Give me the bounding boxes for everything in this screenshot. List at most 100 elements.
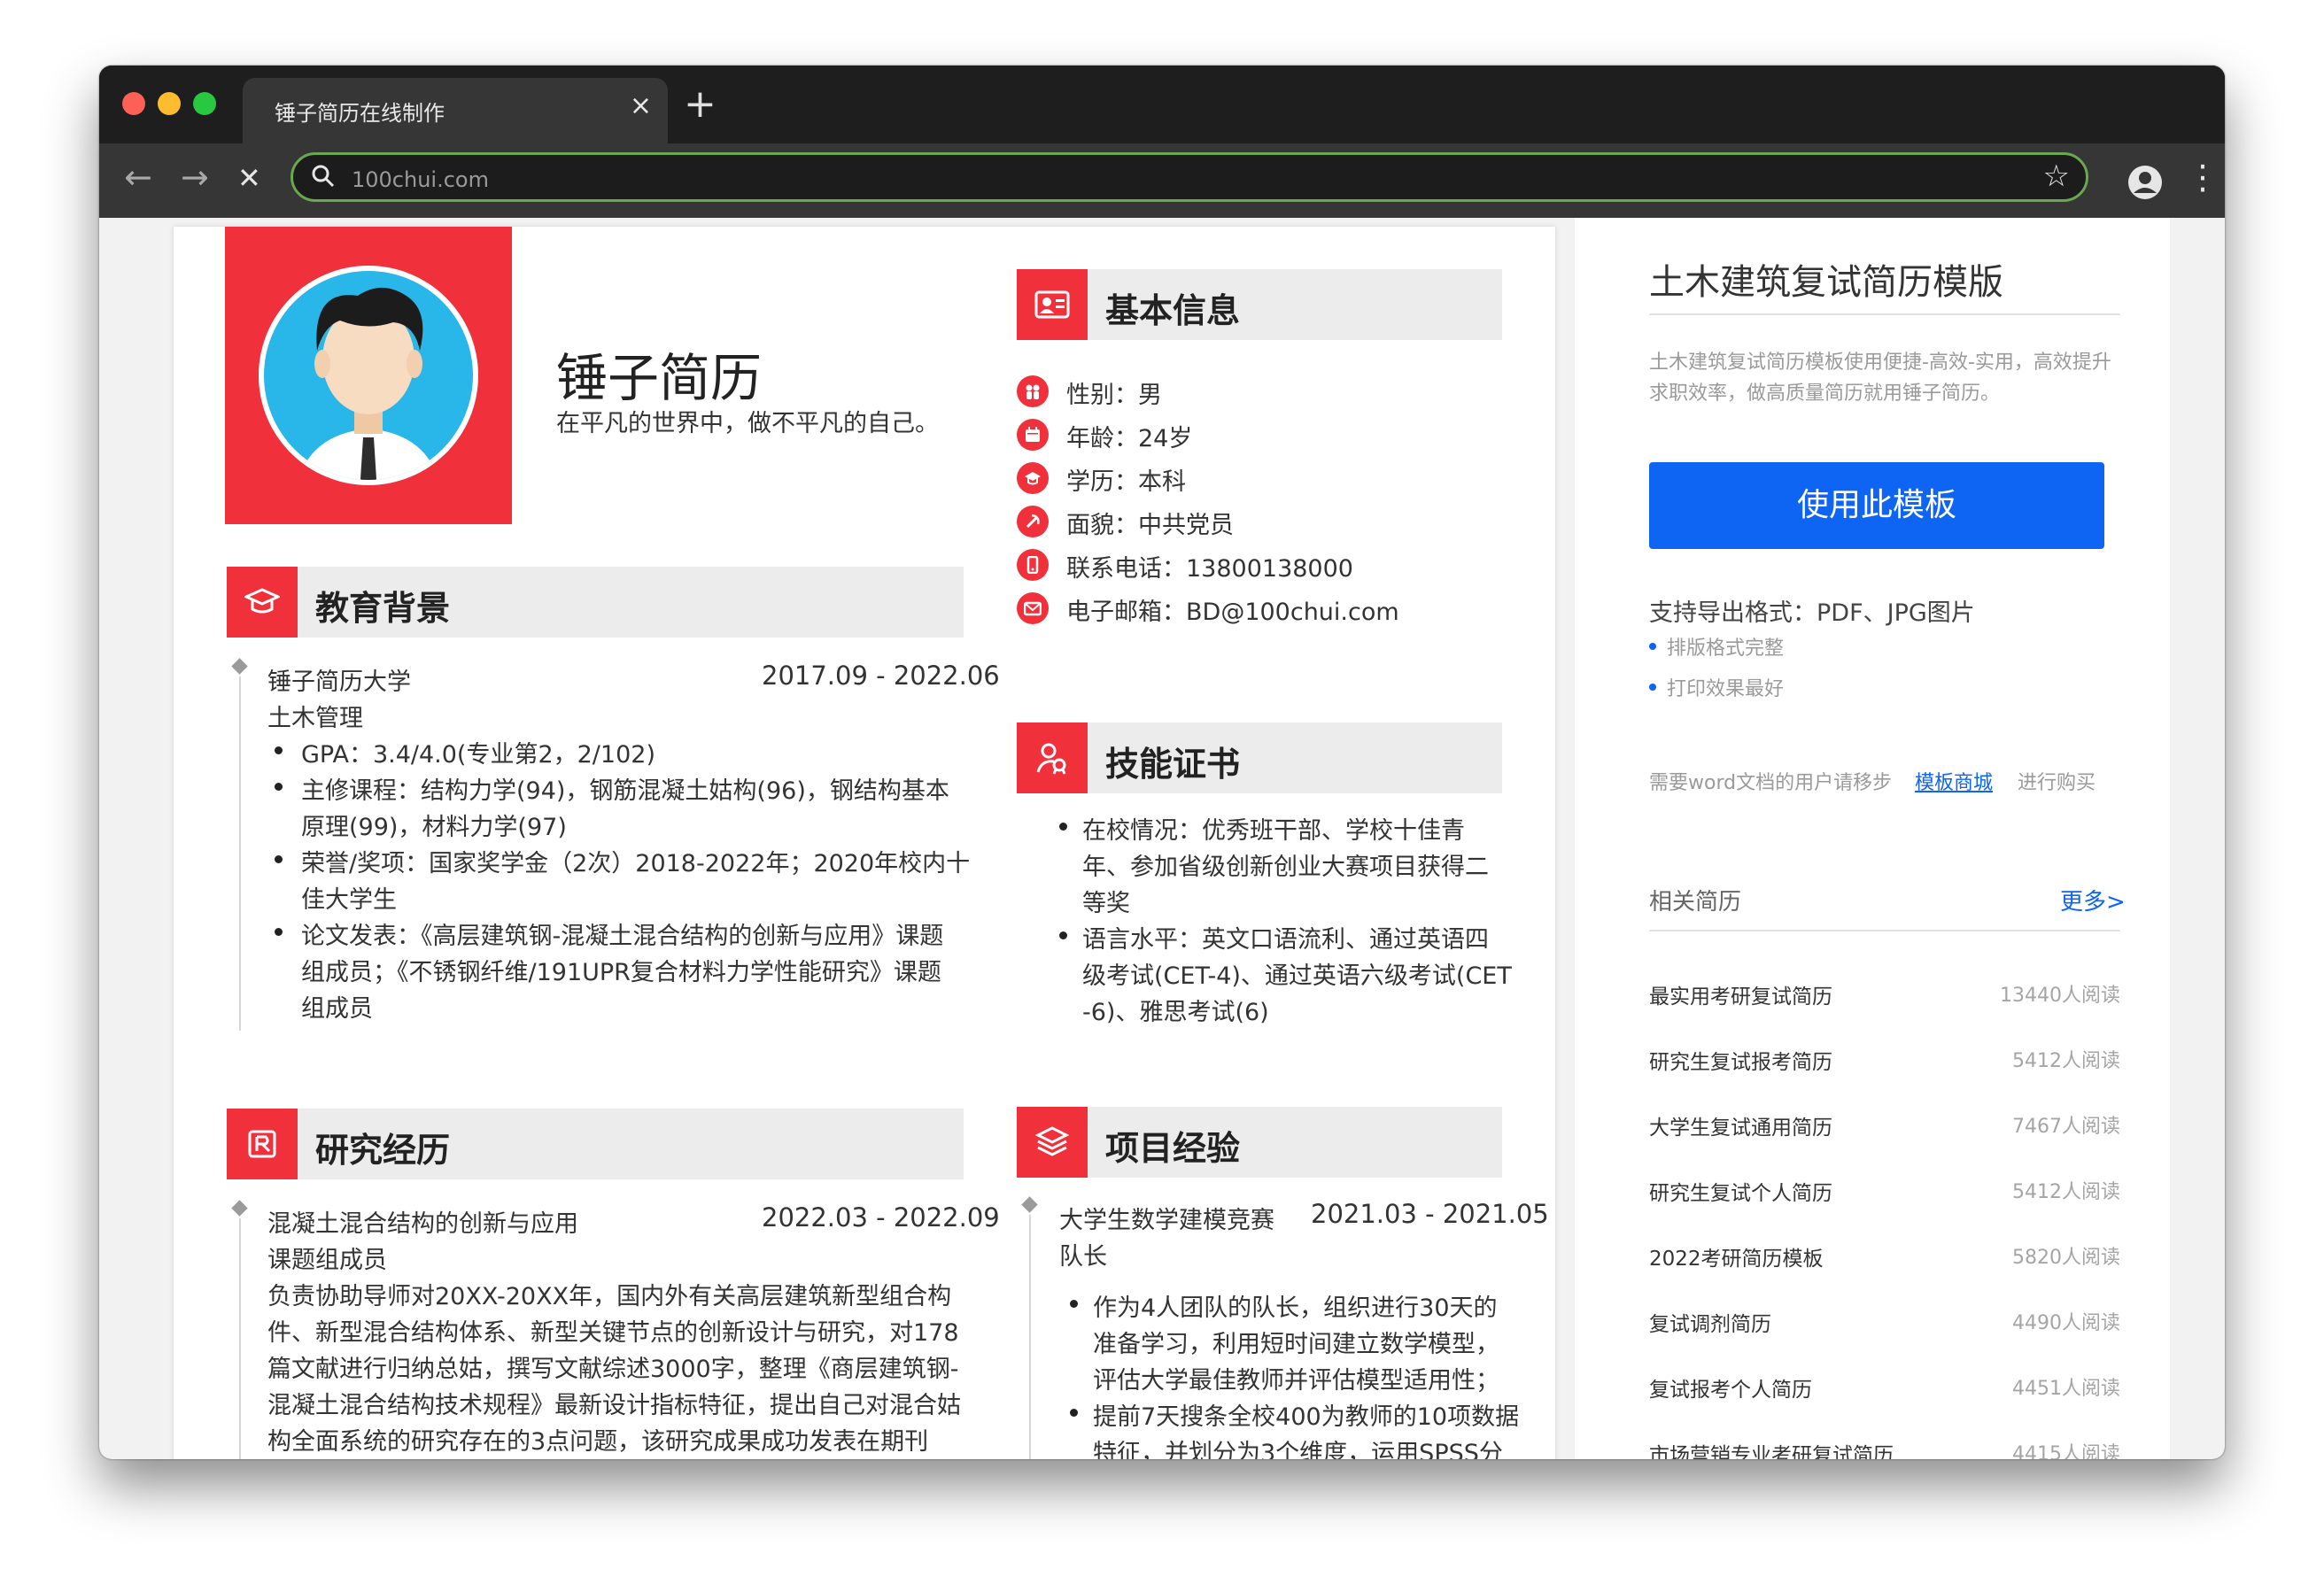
project-line: 评估大学最佳教师并评估模型适用性； bbox=[1093, 1367, 1499, 1395]
account-icon[interactable] bbox=[2127, 165, 2163, 200]
education-bullet: 主修课程：结构力学(94)，钢筋混凝土姑构(96)，钢结构基本 bbox=[301, 777, 949, 805]
browser-toolbar: ← → ✕ 100chui.com ☆ ⋮ bbox=[99, 143, 2225, 218]
minimize-window-button[interactable] bbox=[158, 92, 181, 115]
divider bbox=[1649, 313, 2120, 315]
related-item[interactable]: 复试调剂简历 4490人阅读 bbox=[1649, 1307, 2120, 1342]
research-role: 课题组成员 bbox=[267, 1247, 387, 1274]
tab-close-icon[interactable]: × bbox=[630, 90, 652, 121]
export-formats: 支持导出格式：PDF、JPG图片 bbox=[1649, 599, 1975, 627]
related-count: 5412人阅读 bbox=[2012, 1050, 2120, 1072]
gender-icon bbox=[1017, 375, 1049, 407]
bullet-dot bbox=[275, 746, 283, 754]
education-bullet-cont: 佳大学生 bbox=[301, 886, 397, 914]
education-date: 2017.09 - 2022.06 bbox=[762, 661, 1000, 691]
divider bbox=[1649, 930, 2120, 931]
education-school: 锤子简历大学 bbox=[267, 668, 411, 696]
page-viewport: 锤子简历 在平凡的世界中，做不平凡的自己。 基本信息 性别：男 年龄：24岁 学… bbox=[99, 218, 2225, 1459]
section-skills: 技能证书 bbox=[1017, 723, 1502, 793]
related-item[interactable]: 市场营销专业考研复试简历 4415人阅读 bbox=[1649, 1438, 2120, 1459]
section-title: 研究经历 bbox=[315, 1131, 451, 1170]
certificate-icon bbox=[1017, 723, 1088, 793]
forward-arrow-icon[interactable]: → bbox=[181, 158, 209, 197]
bullet-dot bbox=[1070, 1300, 1078, 1308]
section-education: 教育背景 bbox=[227, 567, 964, 638]
education-bullet-cont: 原理(99)，材料力学(97) bbox=[301, 814, 567, 841]
new-tab-button[interactable]: + bbox=[684, 81, 717, 127]
related-item[interactable]: 最实用考研复试简历 13440人阅读 bbox=[1649, 979, 2120, 1015]
education-bullet: 荣誉/奖项：国家奖学金（2次）2018-2022年；2020年校内十 bbox=[301, 850, 971, 877]
section-project: 项目经验 bbox=[1017, 1107, 1502, 1178]
template-mall-link[interactable]: 模板商城 bbox=[1915, 767, 1993, 795]
skills-line: 语言水平：英文口语流利、通过英语四 bbox=[1082, 926, 1489, 954]
template-title: 土木建筑复试简历模版 bbox=[1649, 262, 2003, 303]
research-line: 负责协助导师对20XX-20XX年，国内外有关高层建筑新型组合构 bbox=[267, 1283, 952, 1310]
browser-menu-icon[interactable]: ⋮ bbox=[2186, 158, 2219, 197]
timeline-line bbox=[239, 1218, 241, 1459]
avatar bbox=[259, 266, 478, 485]
skills-line: 在校情况：优秀班干部、学校十佳青 bbox=[1082, 817, 1465, 845]
section-basic-info: 基本信息 bbox=[1017, 269, 1502, 340]
skills-line: -6)、雅思考试(6) bbox=[1082, 999, 1269, 1026]
related-name: 最实用考研复试简历 bbox=[1649, 985, 1832, 1009]
bullet-dot bbox=[1070, 1409, 1078, 1417]
research-line: 构全面系统的研究存在的3点问题，该研究成果成功发表在期刊 bbox=[267, 1428, 929, 1456]
word-note-suffix: 进行购买 bbox=[2018, 772, 2096, 794]
section-title: 项目经验 bbox=[1105, 1129, 1241, 1168]
info-education: 学历：本科 bbox=[1066, 468, 1186, 496]
related-item[interactable]: 研究生复试报考简历 5412人阅读 bbox=[1649, 1045, 2120, 1080]
feature-item: 排版格式完整 bbox=[1667, 638, 1785, 660]
bullet-dot bbox=[1649, 643, 1656, 650]
research-line: 篇文献进行归纳总姑，撰写文献综述3000字，整理《商层建筑钢- bbox=[267, 1356, 959, 1383]
info-gender: 性别：男 bbox=[1066, 382, 1162, 409]
related-count: 4451人阅读 bbox=[2012, 1378, 2120, 1400]
education-bullet-cont: 组成员 bbox=[301, 995, 373, 1023]
use-template-button[interactable]: 使用此模板 bbox=[1649, 462, 2104, 549]
research-line: 混凝土混合结构技术规程》最新设计指标特征，提出自己对混合姑 bbox=[267, 1392, 961, 1419]
related-item[interactable]: 2022考研简历模板 5820人阅读 bbox=[1649, 1241, 2120, 1277]
related-item[interactable]: 研究生复试个人简历 5412人阅读 bbox=[1649, 1176, 2120, 1211]
related-name: 复试调剂简历 bbox=[1649, 1313, 1771, 1336]
skills-line: 级考试(CET-4)、通过英语六级考试(CET bbox=[1082, 962, 1512, 990]
related-count: 4415人阅读 bbox=[2012, 1443, 2120, 1459]
related-count: 5820人阅读 bbox=[2012, 1247, 2120, 1269]
related-count: 4490人阅读 bbox=[2012, 1312, 2120, 1334]
template-description: 土木建筑复试简历模板使用便捷-高效-实用，高效提升求职效率，做高质量简历就用锤子… bbox=[1649, 352, 2111, 405]
research-date: 2022.03 - 2022.09 bbox=[762, 1202, 1000, 1233]
section-title: 技能证书 bbox=[1105, 745, 1241, 784]
stop-loading-icon[interactable]: ✕ bbox=[237, 161, 261, 195]
project-line: 作为4人团队的队长，组织进行30天的 bbox=[1093, 1294, 1498, 1322]
timeline-line bbox=[239, 676, 241, 1031]
mail-icon bbox=[1017, 592, 1049, 624]
browser-tab[interactable]: 锤子简历在线制作 × bbox=[243, 78, 668, 143]
graduation-icon bbox=[1017, 462, 1049, 494]
section-research: 研究经历 bbox=[227, 1109, 964, 1179]
graduation-cap-icon bbox=[227, 567, 298, 638]
related-item[interactable]: 大学生复试通用简历 7467人阅读 bbox=[1649, 1110, 2120, 1146]
close-window-button[interactable] bbox=[122, 92, 145, 115]
bookmark-star-icon[interactable]: ☆ bbox=[2043, 158, 2070, 194]
related-item[interactable]: 复试报考个人简历 4451人阅读 bbox=[1649, 1372, 2120, 1408]
education-bullet: GPA：3.4/4.0(专业第2，2/102) bbox=[301, 741, 655, 769]
id-card-icon bbox=[1017, 269, 1088, 340]
related-name: 大学生复试通用简历 bbox=[1649, 1117, 1832, 1140]
tab-title: 锤子简历在线制作 bbox=[275, 101, 445, 126]
info-phone: 联系电话：13800138000 bbox=[1066, 555, 1353, 583]
address-bar[interactable]: 100chui.com ☆ bbox=[290, 152, 2088, 202]
maximize-window-button[interactable] bbox=[193, 92, 216, 115]
more-link[interactable]: 更多> bbox=[2060, 884, 2126, 916]
back-arrow-icon[interactable]: ← bbox=[124, 158, 152, 197]
search-icon bbox=[312, 165, 335, 188]
section-title: 教育背景 bbox=[315, 589, 451, 628]
related-count: 5412人阅读 bbox=[2012, 1181, 2120, 1203]
feature-item: 打印效果最好 bbox=[1667, 678, 1785, 700]
related-name: 2022考研简历模板 bbox=[1649, 1248, 1824, 1271]
related-name: 研究生复试报考简历 bbox=[1649, 1051, 1832, 1074]
related-name: 市场营销专业考研复试简历 bbox=[1649, 1444, 1894, 1459]
resume-motto: 在平凡的世界中，做不平凡的自己。 bbox=[556, 410, 939, 437]
calendar-icon bbox=[1017, 419, 1049, 451]
phone-icon bbox=[1017, 549, 1049, 581]
project-line: 特征，并划分为3个维度，运用SPSS分 bbox=[1093, 1440, 1503, 1459]
related-count: 13440人阅读 bbox=[2000, 985, 2120, 1007]
party-icon bbox=[1017, 506, 1049, 537]
timeline-line bbox=[1029, 1215, 1031, 1459]
